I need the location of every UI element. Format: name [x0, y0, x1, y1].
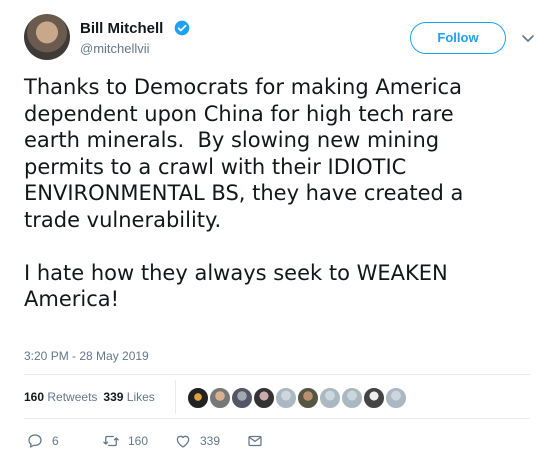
retweet-count: 160 — [128, 434, 149, 448]
retweets-label: Retweets — [47, 390, 98, 404]
liker-avatar[interactable] — [340, 386, 364, 410]
author-handle[interactable]: @mitchellvii — [80, 41, 150, 56]
reply-count: 6 — [52, 434, 59, 448]
liker-avatar[interactable] — [230, 386, 254, 410]
direct-message-button[interactable] — [246, 432, 272, 450]
retweet-button[interactable]: 160 — [102, 432, 148, 450]
retweets-count: 160 — [24, 390, 45, 404]
like-button[interactable]: 339 — [174, 432, 220, 450]
liker-avatar[interactable] — [274, 386, 298, 410]
liker-avatar[interactable] — [384, 386, 408, 410]
liker-avatar[interactable] — [186, 386, 210, 410]
direct-message-icon — [248, 435, 262, 447]
reply-button[interactable]: 6 — [26, 432, 59, 450]
chevron-down-icon[interactable] — [518, 28, 538, 48]
liker-avatar[interactable] — [318, 386, 342, 410]
divider-top — [24, 374, 530, 375]
author-name[interactable]: Bill Mitchell — [80, 20, 163, 37]
liker-avatar[interactable] — [208, 386, 232, 410]
tweet-actions: 6 160 339 — [26, 432, 326, 452]
tweet-timestamp[interactable]: 3:20 PM - 28 May 2019 — [24, 349, 149, 363]
stats-separator — [175, 380, 176, 414]
likes-label: Likes — [126, 390, 155, 404]
author-avatar[interactable] — [24, 14, 70, 60]
verified-badge-icon — [174, 20, 190, 36]
likes-count: 339 — [103, 390, 124, 404]
like-icon — [176, 435, 190, 448]
engagement-stats: 160 Retweets 339 Likes — [24, 390, 155, 404]
follow-button[interactable]: Follow — [410, 22, 506, 54]
divider-bottom — [24, 418, 530, 419]
retweet-icon — [103, 435, 119, 447]
reply-icon — [28, 434, 42, 448]
tweet-header: Bill Mitchell @mitchellvii Follow — [24, 14, 544, 62]
retweets-stat[interactable]: 160 Retweets — [24, 390, 97, 404]
liker-avatar[interactable] — [296, 386, 320, 410]
liker-avatar[interactable] — [362, 386, 386, 410]
liker-avatar[interactable] — [252, 386, 276, 410]
tweet-text: Thanks to Democrats for making America d… — [24, 75, 464, 311]
like-count: 339 — [200, 434, 221, 448]
likes-stat[interactable]: 339 Likes — [103, 390, 154, 404]
